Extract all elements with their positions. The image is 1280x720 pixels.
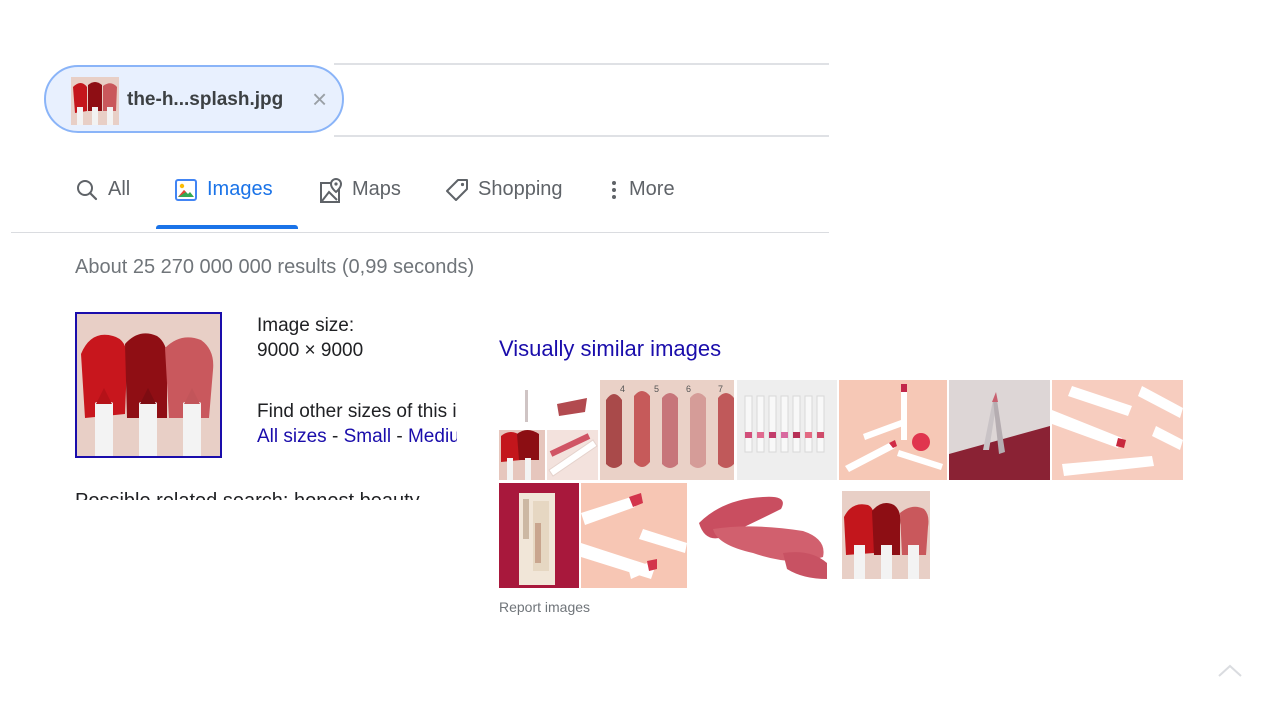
query-image[interactable] <box>75 312 222 458</box>
svg-text:6: 6 <box>686 384 691 394</box>
result-stats: About 25 270 000 000 results (0,99 secon… <box>75 256 475 278</box>
search-box-border-bottom <box>334 135 829 137</box>
tab-more[interactable]: More <box>608 176 675 232</box>
query-image-thumbnail <box>71 77 119 125</box>
tab-label: Shopping <box>478 178 563 200</box>
tab-label: More <box>629 178 675 200</box>
small-size-link[interactable]: Small <box>344 426 392 447</box>
similar-image-3[interactable] <box>737 380 837 480</box>
similar-image-4[interactable] <box>839 380 947 480</box>
similar-image-1[interactable] <box>499 380 598 480</box>
image-info: Image size: 9000 × 9000 Find other sizes… <box>257 313 457 493</box>
tab-label: Maps <box>352 178 401 200</box>
report-images-link[interactable]: Report images <box>499 599 590 615</box>
best-guess-text: Possible related search: honest beauty <box>75 488 457 500</box>
chevron-up-icon[interactable] <box>1216 660 1244 680</box>
search-box-border-top <box>334 63 829 65</box>
tab-maps[interactable]: Maps <box>319 176 401 232</box>
tab-all[interactable]: All <box>75 176 130 232</box>
more-vert-icon <box>612 181 616 199</box>
tab-label: Images <box>207 178 273 200</box>
image-icon <box>175 179 197 201</box>
active-tab-indicator <box>156 225 298 229</box>
similar-image-7[interactable] <box>499 483 579 588</box>
tab-label: All <box>108 178 131 200</box>
tag-icon <box>446 179 468 201</box>
map-pin-icon <box>320 178 343 203</box>
tab-shopping[interactable]: Shopping <box>445 176 563 232</box>
tab-images[interactable]: Images <box>174 176 273 232</box>
svg-text:7: 7 <box>718 384 723 394</box>
search-tabs: All Images Maps Shopping More <box>11 176 829 233</box>
svg-text:4: 4 <box>620 384 625 394</box>
size-links: All sizes - Small - Medium <box>257 424 457 449</box>
similar-image-6[interactable] <box>1052 380 1183 480</box>
search-box[interactable]: the-h...splash.jpg × <box>44 63 834 137</box>
similar-image-2[interactable]: 4 5 6 7 <box>600 380 734 480</box>
image-query-chip[interactable]: the-h...splash.jpg × <box>44 65 344 133</box>
similar-image-8[interactable] <box>581 483 687 588</box>
svg-text:5: 5 <box>654 384 659 394</box>
image-filename: the-h...splash.jpg <box>127 89 284 110</box>
search-icon <box>77 180 98 201</box>
image-size-label: Image size: <box>257 315 355 336</box>
visually-similar-title[interactable]: Visually similar images <box>499 336 721 362</box>
find-other-sizes: Find other sizes of this image: <box>257 401 457 422</box>
close-icon[interactable]: × <box>312 84 327 115</box>
all-sizes-link[interactable]: All sizes <box>257 426 327 447</box>
similar-image-10[interactable] <box>842 491 930 579</box>
similar-image-9[interactable] <box>693 483 831 588</box>
image-size-value: 9000 × 9000 <box>257 340 364 361</box>
medium-size-link[interactable]: Medium <box>408 426 457 447</box>
similar-image-5[interactable] <box>949 380 1050 480</box>
